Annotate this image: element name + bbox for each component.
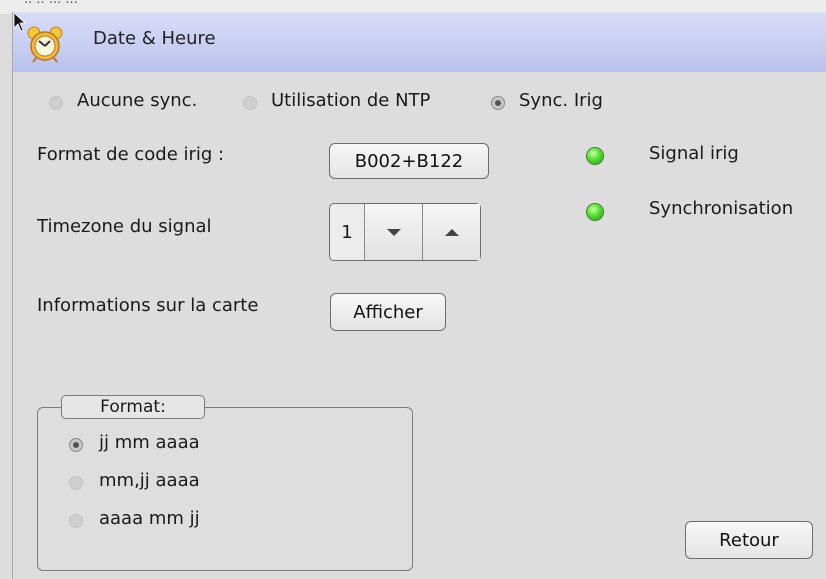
date-format-group bbox=[37, 407, 413, 571]
timezone-label: Timezone du signal bbox=[37, 216, 212, 237]
sync-none-label[interactable]: Aucune sync. bbox=[77, 90, 197, 111]
show-card-info-button[interactable]: Afficher bbox=[330, 293, 446, 331]
format-ddmmyyyy-label[interactable]: jj mm aaaa bbox=[99, 432, 200, 453]
timezone-decrement-button[interactable] bbox=[365, 204, 422, 260]
timezone-value[interactable]: 1 bbox=[330, 204, 365, 260]
synchronisation-label: Synchronisation bbox=[649, 198, 794, 219]
format-mmddyyyy-radio[interactable] bbox=[69, 476, 83, 490]
irig-format-label: Format de code irig : bbox=[37, 144, 225, 165]
sync-irig-radio[interactable] bbox=[491, 96, 505, 110]
irig-signal-led-icon bbox=[587, 148, 603, 164]
date-time-window: Date & Heure Aucune sync. Utilisation de… bbox=[12, 12, 826, 579]
arrow-down-icon bbox=[386, 228, 401, 236]
timezone-increment-button[interactable] bbox=[422, 204, 480, 260]
alarm-clock-icon bbox=[27, 26, 63, 63]
format-ddmmyyyy-radio[interactable] bbox=[69, 438, 83, 452]
date-format-legend: Format: bbox=[61, 395, 205, 419]
timezone-spinner: 1 bbox=[329, 203, 481, 261]
window-titlebar[interactable]: Date & Heure bbox=[13, 12, 826, 72]
mouse-cursor-icon bbox=[13, 12, 27, 32]
format-yyyymmdd-label[interactable]: aaaa mm jj bbox=[99, 508, 200, 529]
sync-ntp-label[interactable]: Utilisation de NTP bbox=[271, 90, 430, 111]
background-text-fragment: ·· ·· ··· ··· bbox=[24, 0, 78, 11]
window-title: Date & Heure bbox=[93, 28, 216, 49]
back-button[interactable]: Retour bbox=[685, 521, 813, 559]
sync-none-radio[interactable] bbox=[49, 96, 63, 110]
sync-irig-label[interactable]: Sync. Irig bbox=[519, 90, 603, 111]
arrow-up-icon bbox=[444, 228, 459, 236]
irig-signal-label: Signal irig bbox=[649, 143, 739, 164]
card-info-label: Informations sur la carte bbox=[37, 295, 259, 316]
format-yyyymmdd-radio[interactable] bbox=[69, 514, 83, 528]
synchronisation-led-icon bbox=[587, 204, 603, 220]
irig-format-button[interactable]: B002+B122 bbox=[329, 143, 489, 179]
format-mmddyyyy-label[interactable]: mm,jj aaaa bbox=[99, 470, 200, 491]
sync-ntp-radio[interactable] bbox=[243, 96, 257, 110]
